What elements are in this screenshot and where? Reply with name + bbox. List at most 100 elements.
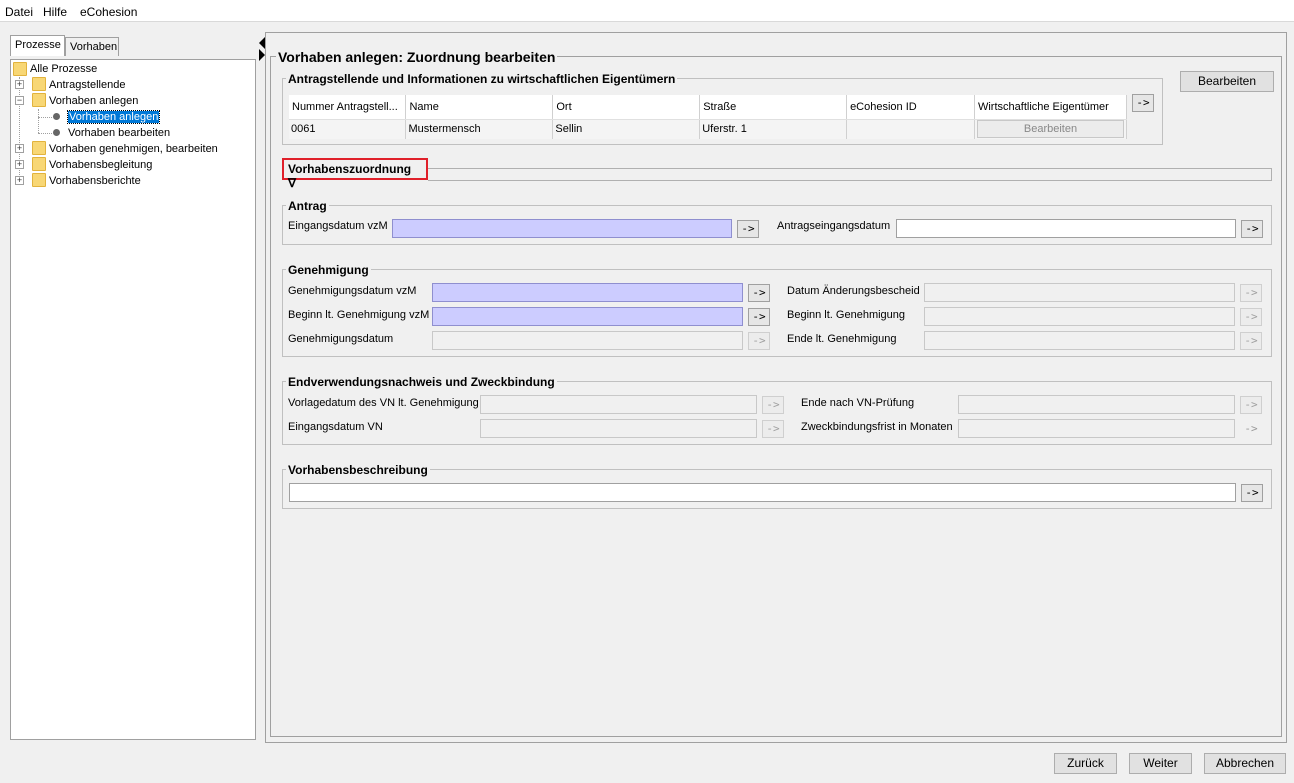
column-header[interactable]: Wirtschaftliche Eigentümer [974,95,1128,120]
vorlagedatum-arrow-button: -> [762,396,784,414]
folder-icon [13,62,27,76]
column-header[interactable]: Name [405,95,554,120]
cell-strasse[interactable]: Uferstr. 1 [699,119,848,139]
collapse-toggle-icon: ∇ [288,176,297,190]
cell-name[interactable]: Mustermensch [405,119,554,139]
column-header[interactable]: eCohesion ID [846,95,975,120]
expand-icon[interactable]: + [15,80,24,89]
folder-icon [32,157,46,171]
genehmigungsdatum-label: Genehmigungsdatum [288,333,394,345]
beginn-vzm-label: Beginn lt. Genehmigung vzM [288,309,430,321]
table-header-row: Nummer Antragstell... Name Ort Straße eC… [289,95,1128,120]
cell-ecohesion-id[interactable] [846,119,975,139]
genehmigungsdatum-arrow-button: -> [748,332,770,350]
genehmigungsdatum-vzm-field[interactable] [432,283,743,302]
folder-icon [32,173,46,187]
datum-aenderung-label: Datum Änderungsbescheid [787,285,920,297]
ende-field [924,331,1235,350]
edit-button[interactable]: Bearbeiten [1180,71,1274,92]
tree-connector [38,109,39,133]
menu-ecohesion[interactable]: eCohesion [80,5,137,19]
antrag-group-title: Antrag [286,199,329,213]
leaf-bullet-icon [53,129,60,136]
applicants-group-title: Antragstellende und Informationen zu wir… [286,72,678,86]
cell-ort[interactable]: Sellin [552,119,701,139]
menu-hilfe[interactable]: Hilfe [43,5,67,19]
collapse-icon[interactable]: − [15,96,24,105]
eingangsdatum-vzm-arrow-button[interactable]: -> [737,220,759,238]
folder-icon [32,77,46,91]
folder-icon [32,141,46,155]
vorhabenszuordnung-label: Vorhabenszuordnung [288,162,412,176]
section-divider [428,168,1272,181]
page-title: Vorhaben anlegen: Zuordnung bearbeiten [276,49,558,65]
antragseingangsdatum-label: Antragseingangsdatum [777,220,891,232]
eingangsdatum-vzm-field[interactable] [392,219,732,238]
beschreibung-arrow-button[interactable]: -> [1241,484,1263,502]
ende-vn-label: Ende nach VN-Prüfung [801,397,915,409]
folder-icon [32,93,46,107]
expand-icon[interactable]: + [15,176,24,185]
zweckbindungsfrist-arrow-button: -> [1244,422,1258,435]
tree-connector [38,117,52,118]
beschreibung-field[interactable] [289,483,1236,502]
beschreibung-group-title: Vorhabensbeschreibung [286,463,430,477]
genehmigungsdatum-vzm-arrow-button[interactable]: -> [748,284,770,302]
ende-label: Ende lt. Genehmigung [787,333,897,345]
datum-aenderung-field [924,283,1235,302]
tree-item-vorhaben-bearbeiten[interactable]: Vorhaben bearbeiten [68,125,170,141]
ende-vn-field [958,395,1235,414]
beginn-vzm-field[interactable] [432,307,743,326]
eingangsdatum-vn-field [480,419,757,438]
column-header[interactable]: Nummer Antragstell... [289,95,407,120]
eingangsdatum-vzm-label: Eingangsdatum vzM [288,220,388,232]
menu-bar: Datei Hilfe eCohesion [0,0,1294,22]
tab-prozesse[interactable]: Prozesse [10,35,65,56]
eingangsdatum-vn-label: Eingangsdatum VN [288,421,383,433]
menu-datei[interactable]: Datei [5,5,33,19]
table-row[interactable]: 0061 Mustermensch Sellin Uferstr. 1 Bear… [289,119,1128,139]
tree-item-vorhaben-anlegen[interactable]: Vorhaben anlegen [49,93,138,109]
vorlagedatum-field [480,395,757,414]
beginn-vzm-arrow-button[interactable]: -> [748,308,770,326]
ende-vn-arrow-button: -> [1240,396,1262,414]
cancel-button[interactable]: Abbrechen [1204,753,1286,774]
column-header[interactable]: Ort [552,95,701,120]
genehmigung-group-title: Genehmigung [286,263,371,277]
leaf-bullet-icon [53,113,60,120]
cell-nummer[interactable]: 0061 [289,119,407,139]
back-button[interactable]: Zurück [1054,753,1117,774]
beginn-arrow-button: -> [1240,308,1262,326]
expand-icon[interactable]: + [15,144,24,153]
antragseingangsdatum-field[interactable] [896,219,1236,238]
tab-vorhaben[interactable]: Vorhaben [65,37,119,56]
expand-icon[interactable]: + [15,160,24,169]
column-header[interactable]: Straße [699,95,848,120]
applicants-arrow-button[interactable]: -> [1132,94,1154,112]
process-tree: Alle Prozesse + Antragstellende − Vorhab… [10,59,256,740]
owners-edit-button[interactable]: Bearbeiten [976,120,1124,139]
antragseingangsdatum-arrow-button[interactable]: -> [1241,220,1263,238]
beginn-label: Beginn lt. Genehmigung [787,309,906,321]
selected-label: Vorhaben anlegen [66,110,161,124]
next-button[interactable]: Weiter [1129,753,1192,774]
tree-item-vorhaben-genehmigen[interactable]: Vorhaben genehmigen, bearbeiten [49,141,218,157]
zweckbindungsfrist-field [958,419,1235,438]
datum-aenderung-arrow-button: -> [1240,284,1262,302]
genehmigungsdatum-field [432,331,743,350]
tree-root[interactable]: Alle Prozesse [30,61,97,77]
vorhabenszuordnung-toggle[interactable]: Vorhabenszuordnung ∇ [282,158,428,190]
tree-item-vorhaben-anlegen-selected[interactable]: Vorhaben anlegen [66,109,161,125]
eingangsdatum-vn-arrow-button: -> [762,420,784,438]
beginn-field [924,307,1235,326]
tree-connector [38,133,52,134]
endverwendung-group-title: Endverwendungsnachweis und Zweckbindung [286,375,557,389]
zweckbindungsfrist-label: Zweckbindungsfrist in Monaten [801,421,953,433]
tree-item-vorhabensberichte[interactable]: Vorhabensberichte [49,173,141,189]
genehmigungsdatum-vzm-label: Genehmigungsdatum vzM [288,285,417,297]
tree-item-vorhabensbegleitung[interactable]: Vorhabensbegleitung [49,157,152,173]
tree-item-antragstellende[interactable]: Antragstellende [49,77,125,93]
vorlagedatum-label: Vorlagedatum des VN lt. Genehmigung [288,397,479,409]
cell-eigentuemer: Bearbeiten [974,119,1128,139]
applicants-table: Nummer Antragstell... Name Ort Straße eC… [289,95,1128,139]
